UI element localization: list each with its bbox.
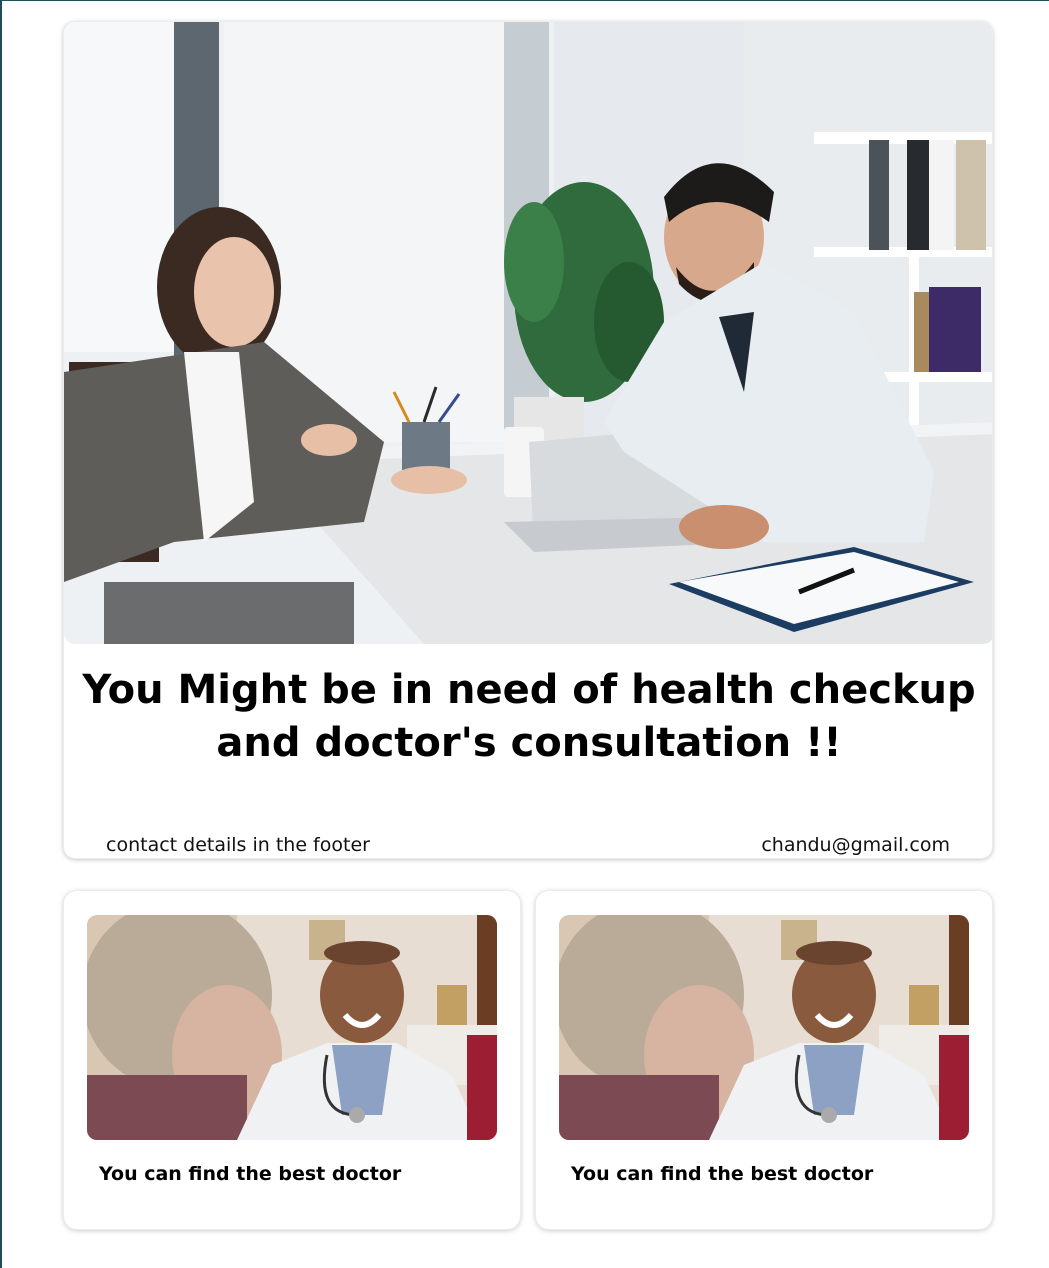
hero-card: You Might be in need of health checkup a…	[63, 21, 993, 859]
doctor-card-caption: You can find the best doctor	[99, 1163, 402, 1185]
top-edge-border	[0, 0, 1049, 1]
contact-details-text: contact details in the footer	[106, 834, 370, 856]
doctor-card-image	[87, 915, 497, 1140]
page: You Might be in need of health checkup a…	[0, 0, 1049, 1268]
doctor-card-caption: You can find the best doctor	[571, 1163, 874, 1185]
doctor-card-1[interactable]: You can find the best doctor	[63, 890, 521, 1230]
hero-title: You Might be in need of health checkup a…	[82, 667, 976, 766]
contact-email[interactable]: chandu@gmail.com	[761, 834, 950, 856]
hero-image	[64, 22, 992, 644]
doctor-card-2[interactable]: You can find the best doctor	[535, 890, 993, 1230]
doctor-card-image	[559, 915, 969, 1140]
left-edge-border	[0, 0, 2, 1268]
